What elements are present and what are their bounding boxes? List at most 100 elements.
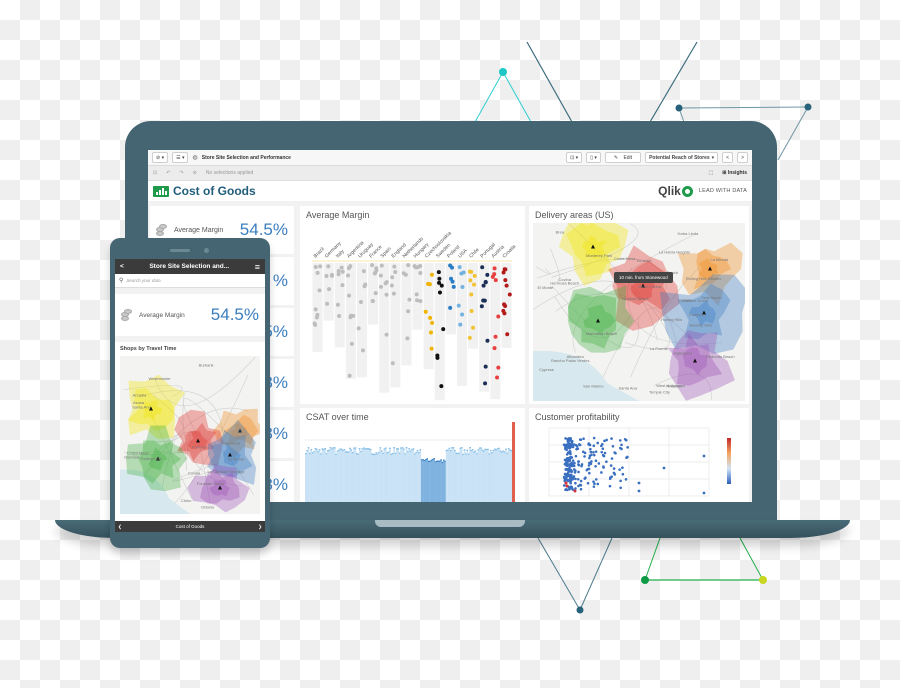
data-point — [600, 444, 603, 448]
node-dot — [576, 606, 584, 614]
data-point — [481, 283, 486, 288]
phone-search-input[interactable]: ⚲ Search your data — [115, 274, 265, 288]
back-icon[interactable]: < — [120, 263, 124, 270]
csat-line-segment — [345, 451, 347, 453]
map-tooltip: 10 min. from Stonewood — [614, 272, 673, 283]
data-point — [610, 457, 614, 460]
data-point — [597, 462, 601, 465]
csat-bar — [449, 450, 452, 502]
phone-travel-time-map[interactable]: Burbank La Cañada Flintridge Glendale Arcad… — [120, 356, 265, 514]
csat-bar — [391, 452, 394, 502]
data-point — [612, 471, 616, 475]
step-back-icon[interactable]: ↶ — [166, 170, 170, 176]
x-tick-label: Croatia — [502, 244, 518, 260]
csat-bar — [311, 452, 314, 502]
device-button[interactable]: ▯ ▾ — [586, 152, 601, 163]
step-forward-icon[interactable]: ↷ — [179, 170, 183, 176]
csat-bar — [335, 453, 337, 502]
data-point — [578, 443, 582, 447]
node-dot — [499, 68, 507, 76]
lasso-icon[interactable]: ⬚ — [709, 170, 714, 176]
data-point — [564, 447, 567, 451]
csat-bar — [467, 453, 470, 502]
chevron-down-icon: ▾ — [711, 154, 715, 161]
csat-line-segment — [483, 450, 485, 452]
delivery-areas-panel[interactable]: Delivery areas (US) San Marino Temple Cit… — [529, 206, 749, 404]
csat-line-segment — [318, 449, 321, 451]
range-band — [490, 263, 501, 400]
csat-bar — [310, 449, 313, 502]
csat-line-segment — [488, 453, 491, 455]
csat-bar — [342, 449, 344, 502]
phone-map-card[interactable]: Shops by Travel Time Burbank La Cañada Fl… — [115, 342, 265, 522]
data-point — [496, 365, 501, 370]
data-point — [702, 454, 706, 458]
data-point — [619, 486, 622, 490]
clear-selections-icon[interactable]: ⊘ — [193, 170, 197, 176]
data-point — [602, 465, 605, 468]
csat-line-segment — [317, 451, 319, 453]
data-point — [579, 483, 583, 487]
phone-device: < Store Site Selection and... ≡ ⚲ Search… — [110, 238, 270, 548]
data-point — [428, 315, 433, 320]
data-point — [490, 274, 495, 279]
prev-sheet-button[interactable]: < — [722, 152, 734, 163]
csat-bar — [364, 448, 366, 502]
customer-profitability-panel[interactable]: Customer profitability — [529, 408, 749, 502]
average-margin-panel[interactable]: Average Margin Brazil Germany Italy Argenti… — [300, 206, 525, 404]
data-point — [702, 491, 706, 495]
data-point — [503, 278, 508, 283]
hamburger-menu-icon[interactable]: ≡ — [255, 262, 260, 272]
range-band — [445, 263, 456, 335]
csat-bar — [456, 453, 459, 502]
csat-bar — [400, 447, 402, 502]
data-point — [590, 460, 593, 463]
data-point — [317, 288, 322, 293]
app-list-button[interactable]: ☰ ▾ — [172, 152, 189, 163]
csat-bar — [502, 450, 504, 502]
data-point — [389, 283, 394, 288]
navigation-button[interactable]: ⊘ ▾ — [152, 152, 169, 163]
edit-button[interactable]: ✎ Edit — [604, 152, 642, 163]
csat-line-segment — [405, 447, 408, 449]
next-sheet-button[interactable]: > — [737, 152, 748, 163]
map-label: Hermosa Beach — [550, 280, 579, 285]
prev-sheet-icon[interactable]: ❮ — [118, 524, 122, 530]
next-sheet-icon[interactable]: ❯ — [258, 524, 262, 530]
csat-line-segment — [420, 459, 423, 461]
range-band — [345, 263, 356, 379]
csat-bar — [412, 448, 415, 502]
data-point — [437, 290, 442, 295]
csat-bar — [463, 449, 466, 502]
csat-bar — [425, 459, 427, 502]
present-button[interactable]: ⊡ ▾ — [566, 152, 583, 163]
phone-kpi-card[interactable]: Average Margin 54.5% — [115, 294, 265, 336]
data-point — [335, 302, 340, 307]
data-point — [313, 307, 318, 312]
csat-line-segment — [393, 447, 395, 449]
insights-button[interactable]: ⊞ Insights — [722, 170, 747, 176]
map-label: Costa Mesa — [614, 256, 636, 261]
data-point — [493, 278, 498, 283]
csat-line-segment — [367, 448, 369, 450]
csat-line-segment — [423, 459, 426, 462]
sheet-selector[interactable]: Potential Reach of Stores ▾ — [645, 152, 719, 163]
edit-label: Edit — [623, 154, 633, 161]
csat-bar — [496, 448, 499, 502]
csat-line-segment — [436, 460, 438, 462]
data-point — [626, 446, 629, 449]
csat-line-segment — [440, 459, 442, 461]
csat-line-segment — [502, 450, 504, 452]
data-point — [451, 284, 456, 289]
data-point — [621, 466, 624, 470]
delivery-map[interactable]: San MarinoTemple CityWest HollywoodAlham… — [533, 223, 745, 401]
csat-bar — [393, 447, 395, 502]
csat-line-segment — [469, 447, 471, 449]
csat-line-segment — [404, 453, 406, 455]
smart-search-icon[interactable]: ⊡ — [153, 170, 157, 176]
data-point — [587, 461, 591, 465]
data-point — [360, 348, 365, 353]
csat-panel[interactable]: CSAT over time — [300, 408, 525, 502]
csat-bar — [437, 460, 440, 502]
csat-line-segment — [364, 448, 366, 450]
